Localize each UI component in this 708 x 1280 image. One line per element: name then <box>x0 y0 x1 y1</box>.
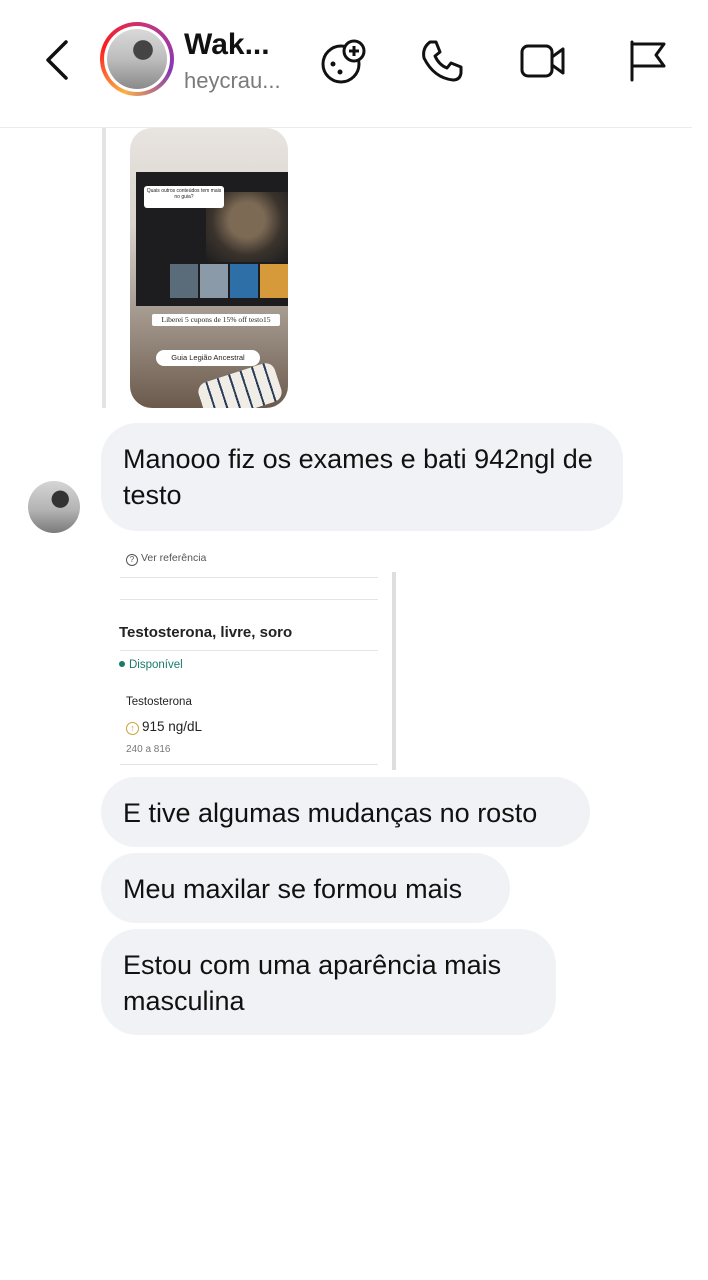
test-name: Testosterona <box>126 696 192 708</box>
help-icon: ? <box>126 554 138 566</box>
story-link: Guia Legião Ancestral <box>156 350 260 366</box>
exam-result-image[interactable]: ? Ver referência Testosterona, livre, sor… <box>114 546 394 770</box>
sender-avatar[interactable] <box>28 481 80 533</box>
contact-username[interactable]: heycrau... <box>184 68 281 94</box>
reply-bar <box>102 128 106 408</box>
game-icon[interactable] <box>318 36 368 86</box>
flag-icon[interactable] <box>622 36 672 86</box>
video-icon[interactable] <box>518 36 568 86</box>
divider <box>120 599 378 600</box>
story-question: Quais outros conteúdos tem mais no guia? <box>144 186 224 208</box>
test-value: ↑ 915 ng/dL <box>126 719 202 735</box>
status-badge: Disponível <box>119 659 183 671</box>
avatar[interactable] <box>100 22 174 96</box>
status-dot-icon <box>119 661 125 667</box>
divider <box>120 577 378 578</box>
divider <box>120 764 378 765</box>
story-keyboard-image <box>195 360 285 408</box>
status-label: Disponível <box>129 659 183 671</box>
message-bubble[interactable]: Manooo fiz os exames e bati 942ngl de te… <box>101 423 623 531</box>
contact-name[interactable]: Wak... <box>184 28 270 62</box>
avatar-photo <box>107 29 167 89</box>
message-bubble[interactable]: Meu maxilar se formou mais <box>101 853 510 923</box>
back-icon[interactable] <box>38 38 78 82</box>
message-bubble[interactable]: Estou com uma aparência mais masculina <box>101 929 556 1035</box>
phone-icon[interactable] <box>416 36 466 86</box>
divider <box>120 650 378 651</box>
reference-link: ? Ver referência <box>126 552 206 566</box>
arrow-up-icon: ↑ <box>126 722 139 735</box>
reference-range: 240 a 816 <box>126 744 171 755</box>
story-reply-preview[interactable]: Quais outros conteúdos tem mais no guia?… <box>130 128 288 408</box>
reference-label: Ver referência <box>141 552 207 564</box>
story-sticker: Liberei 5 cupons de 15% off testo15 <box>152 314 280 326</box>
chat-header: Wak... heycrau... <box>0 0 708 128</box>
exam-title: Testosterona, livre, soro <box>119 624 293 641</box>
story-monitor: Quais outros conteúdos tem mais no guia? <box>136 172 288 306</box>
exam-scrollbar <box>392 572 396 770</box>
message-bubble[interactable]: E tive algumas mudanças no rosto <box>101 777 590 847</box>
test-value-text: 915 ng/dL <box>142 719 203 734</box>
story-thumbnails <box>170 264 288 298</box>
